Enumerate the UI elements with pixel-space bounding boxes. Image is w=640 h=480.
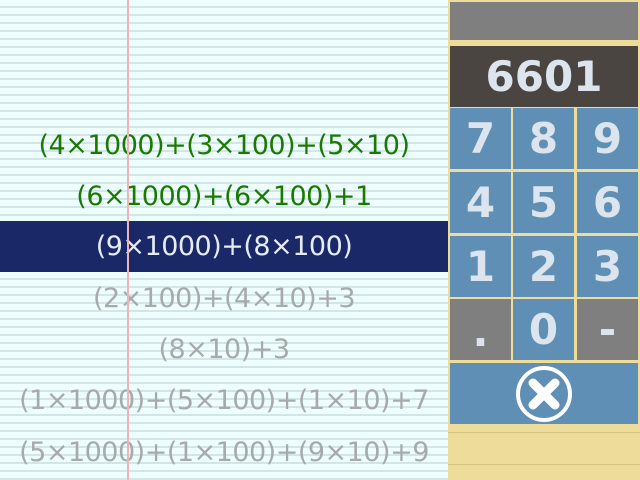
problem-row[interactable]: (6×1000)+(6×100)+1 <box>0 171 448 222</box>
problem-row[interactable]: (1×1000)+(5×100)+(1×10)+7 <box>0 375 448 426</box>
answer-display: 6601 <box>450 46 638 107</box>
key-1[interactable]: 1 <box>450 236 511 297</box>
key-minus[interactable]: - <box>577 299 638 360</box>
key-3[interactable]: 3 <box>577 236 638 297</box>
divider <box>448 464 640 465</box>
key-5[interactable]: 5 <box>513 172 574 233</box>
key-8[interactable]: 8 <box>513 108 574 169</box>
key-6[interactable]: 6 <box>577 172 638 233</box>
key-2[interactable]: 2 <box>513 236 574 297</box>
margin-line <box>127 0 129 480</box>
problem-row-current[interactable]: (9×1000)+(8×100) <box>0 221 448 272</box>
problem-row[interactable]: (2×100)+(4×10)+3 <box>0 273 448 324</box>
key-9[interactable]: 9 <box>577 108 638 169</box>
problem-row[interactable]: (8×10)+3 <box>0 324 448 375</box>
top-bar <box>450 2 638 40</box>
key-0[interactable]: 0 <box>513 299 574 360</box>
key-decimal[interactable]: . <box>450 299 511 360</box>
keypad-panel: 6601 7 8 9 4 5 6 1 2 3 . 0 - <box>448 0 640 480</box>
key-7[interactable]: 7 <box>450 108 511 169</box>
problem-row[interactable]: (4×1000)+(3×100)+(5×10) <box>0 120 448 171</box>
problem-row[interactable]: (5×1000)+(1×100)+(9×10)+9 <box>0 427 448 478</box>
key-4[interactable]: 4 <box>450 172 511 233</box>
divider <box>448 432 640 433</box>
worksheet: (4×1000)+(3×100)+(5×10) (6×1000)+(6×100)… <box>0 0 448 480</box>
clear-button[interactable] <box>450 363 638 424</box>
circle-x-icon <box>516 365 572 422</box>
